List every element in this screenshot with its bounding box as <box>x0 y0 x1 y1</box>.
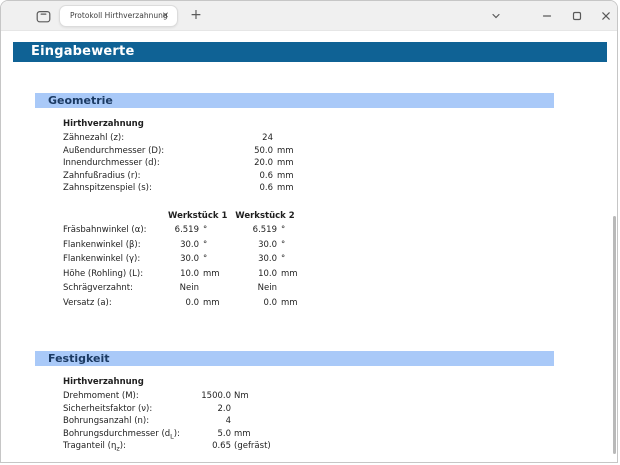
row-unit: mm <box>273 182 307 195</box>
row-value: 50.0 <box>213 145 273 158</box>
block-subtitle: Hirthverzahnung <box>63 375 281 390</box>
unit-w2: mm <box>277 296 303 311</box>
new-tab-button[interactable]: + <box>187 1 205 31</box>
strength-row: Traganteil (ηz): 0.65 (gefräst) <box>63 440 281 453</box>
row-unit: mm <box>273 170 307 183</box>
row-label: Zahnfußradius (r): <box>63 170 213 183</box>
row-label: Außendurchmesser (D): <box>63 145 213 158</box>
row-label: Traganteil (ηz): <box>63 440 197 455</box>
row-value: 0.6 <box>213 182 273 195</box>
unit-w2: ° <box>277 223 303 238</box>
value-w2: 30.0 <box>227 252 277 267</box>
unit-w2: ° <box>277 238 303 253</box>
maximize-button[interactable] <box>569 8 585 24</box>
unit-w1 <box>199 281 227 296</box>
row-label: Versatz (a): <box>63 296 168 311</box>
chevron-down-icon[interactable] <box>488 8 504 24</box>
row-value: 0.6 <box>213 170 273 183</box>
unit-w2 <box>277 281 303 296</box>
close-button[interactable] <box>598 8 614 24</box>
table-row: Höhe (Rohling) (L): 10.0 mm 10.0 mm <box>63 267 303 282</box>
value-w2: 6.519 <box>227 223 277 238</box>
value-w1: 0.0 <box>168 296 199 311</box>
app-window-icon <box>36 9 51 24</box>
unit-w1: ° <box>199 223 227 238</box>
unit-w2: ° <box>277 252 303 267</box>
value-w1: 10.0 <box>168 267 199 282</box>
strength-parameters-block: Hirthverzahnung Drehmoment (M): 1500.0 N… <box>63 375 281 453</box>
value-w2: 10.0 <box>227 267 277 282</box>
strength-row: Bohrungsdurchmesser (dL): 5.0 mm <box>63 428 281 441</box>
unit-w1: ° <box>199 238 227 253</box>
workpiece-table-header: Werkstück 1 Werkstück 2 <box>63 209 303 223</box>
vertical-scrollbar-thumb[interactable] <box>613 216 616 454</box>
row-label: Zahnspitzenspiel (s): <box>63 182 213 195</box>
value-w2: Nein <box>227 281 277 296</box>
row-value: 0.65 <box>197 440 231 455</box>
row-label: Flankenwinkel (β): <box>63 238 168 253</box>
geometry-row: Zähnezahl (z): 24 <box>63 132 307 145</box>
table-row: Flankenwinkel (γ): 30.0 ° 30.0 ° <box>63 252 303 267</box>
value-w1: Nein <box>168 281 199 296</box>
col-header-werkstueck-1: Werkstück 1 <box>168 209 227 223</box>
value-w1: 6.519 <box>168 223 199 238</box>
strength-row: Drehmoment (M): 1500.0 Nm <box>63 390 281 403</box>
geometry-parameters-block: Hirthverzahnung Zähnezahl (z): 24 Außend… <box>63 117 307 195</box>
unit-w1: mm <box>199 296 227 311</box>
value-w2: 30.0 <box>227 238 277 253</box>
row-unit <box>273 132 307 145</box>
value-w1: 30.0 <box>168 238 199 253</box>
geometry-row: Innendurchmesser (d): 20.0 mm <box>63 157 307 170</box>
unit-w1: mm <box>199 267 227 282</box>
unit-w2: mm <box>277 267 303 282</box>
row-label: Zähnezahl (z): <box>63 132 213 145</box>
unit-w1: ° <box>199 252 227 267</box>
strength-row: Bohrungsanzahl (n): 4 <box>63 415 281 428</box>
tab-title: Protokoll Hirthverzahnung <box>70 6 168 26</box>
value-w1: 30.0 <box>168 252 199 267</box>
value-w2: 0.0 <box>227 296 277 311</box>
app-window: Protokoll Hirthverzahnung ✕ + Eingabewer… <box>0 0 618 463</box>
row-label: Flankenwinkel (γ): <box>63 252 168 267</box>
page-title: Eingabewerte <box>13 42 607 62</box>
geometry-row: Zahnfußradius (r): 0.6 mm <box>63 170 307 183</box>
block-subtitle: Hirthverzahnung <box>63 117 307 132</box>
row-unit: (gefräst) <box>231 440 281 455</box>
col-header-werkstueck-2: Werkstück 2 <box>227 209 303 223</box>
row-value: 24 <box>213 132 273 145</box>
row-label: Schrägverzahnt: <box>63 281 168 296</box>
table-row: Fräsbahnwinkel (α): 6.519 ° 6.519 ° <box>63 223 303 238</box>
row-unit: mm <box>273 157 307 170</box>
minimize-button[interactable] <box>539 8 555 24</box>
tab-protokoll-hirthverzahnung[interactable]: Protokoll Hirthverzahnung ✕ <box>59 5 178 27</box>
tab-close-icon[interactable]: ✕ <box>162 6 169 26</box>
geometry-row: Zahnspitzenspiel (s): 0.6 mm <box>63 182 307 195</box>
section-header-geometrie: Geometrie <box>35 93 554 108</box>
row-unit: mm <box>273 145 307 158</box>
row-label: Innendurchmesser (d): <box>63 157 213 170</box>
row-label: Höhe (Rohling) (L): <box>63 267 168 282</box>
table-row: Schrägverzahnt: Nein Nein <box>63 281 303 296</box>
table-row: Flankenwinkel (β): 30.0 ° 30.0 ° <box>63 238 303 253</box>
geometry-row: Außendurchmesser (D): 50.0 mm <box>63 145 307 158</box>
workpiece-table: Werkstück 1 Werkstück 2 Fräsbahnwinkel (… <box>63 209 303 310</box>
table-row: Versatz (a): 0.0 mm 0.0 mm <box>63 296 303 311</box>
strength-row: Sicherheitsfaktor (ν): 2.0 <box>63 403 281 416</box>
row-label: Fräsbahnwinkel (α): <box>63 223 168 238</box>
tab-bar: Protokoll Hirthverzahnung ✕ + <box>1 1 617 31</box>
row-value: 20.0 <box>213 157 273 170</box>
section-header-festigkeit: Festigkeit <box>35 351 554 366</box>
